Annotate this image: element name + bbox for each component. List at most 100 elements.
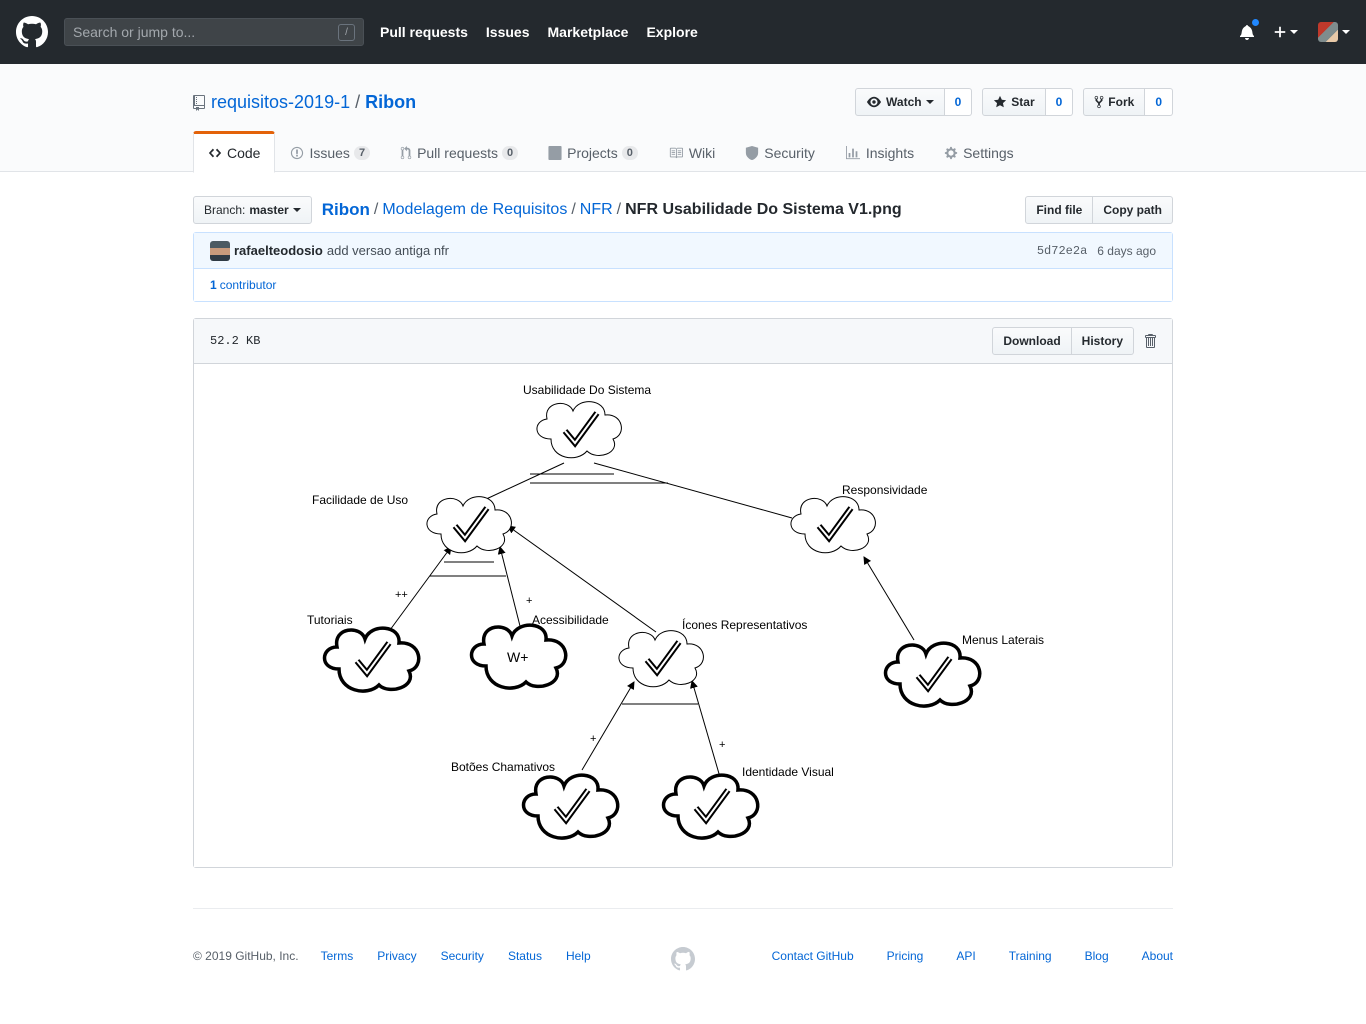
github-logo-icon[interactable] — [16, 16, 48, 48]
fork-label: Fork — [1108, 95, 1135, 109]
breadcrumb-folder[interactable]: NFR — [580, 201, 613, 219]
find-file-button[interactable]: Find file — [1025, 196, 1094, 224]
history-button[interactable]: History — [1071, 327, 1134, 355]
branch-selector[interactable]: Branch: master — [193, 196, 312, 224]
contributors-count: 1 — [210, 278, 217, 292]
tab-security[interactable]: Security — [730, 131, 830, 172]
star-count[interactable]: 0 — [1045, 88, 1074, 116]
footer-link-blog[interactable]: Blog — [1085, 949, 1109, 963]
delete-file-button[interactable] — [1144, 333, 1156, 349]
repo-owner-link[interactable]: requisitos-2019-1 — [211, 92, 350, 113]
footer-link-about[interactable]: About — [1142, 949, 1173, 963]
project-icon — [548, 145, 562, 160]
pull-request-icon — [400, 145, 412, 159]
path-separator: / — [373, 201, 379, 218]
site-footer: © 2019 GitHub, Inc. Terms Privacy Securi… — [193, 908, 1173, 971]
notifications-button[interactable] — [1240, 18, 1260, 40]
commit-tease: rafaelteodosio add versao antiga nfr 5d7… — [193, 232, 1173, 302]
user-menu-dropdown[interactable] — [1318, 22, 1350, 42]
gear-icon — [944, 146, 958, 159]
contributors-link[interactable]: 1 contributor — [210, 278, 276, 292]
tab-settings[interactable]: Settings — [929, 131, 1029, 172]
chevron-down-icon — [292, 208, 301, 212]
tab-projects[interactable]: Projects 0 — [533, 131, 653, 172]
softgoal-facilidade — [426, 496, 512, 554]
footer-link-pricing[interactable]: Pricing — [887, 949, 924, 963]
tab-label: Issues — [309, 144, 350, 161]
label-botoes: Botões Chamativos — [451, 760, 555, 774]
download-button[interactable]: Download — [992, 327, 1072, 355]
tab-code[interactable]: Code — [193, 131, 276, 173]
breadcrumb-folder[interactable]: Modelagem de Requisitos — [382, 201, 567, 219]
softgoal-menus — [883, 641, 982, 708]
watch-button[interactable]: Watch — [855, 88, 945, 116]
footer-link-privacy[interactable]: Privacy — [377, 949, 416, 963]
count-badge: 0 — [621, 145, 638, 160]
breadcrumb-root[interactable]: Ribon — [322, 200, 370, 220]
tab-insights[interactable]: Insights — [830, 131, 929, 172]
tab-label: Projects — [567, 144, 618, 161]
tab-issues[interactable]: Issues 7 — [275, 131, 385, 172]
unread-indicator — [1251, 18, 1260, 27]
footer-link-security[interactable]: Security — [441, 949, 484, 963]
footer-link-terms[interactable]: Terms — [321, 949, 354, 963]
github-mark-icon[interactable] — [671, 947, 695, 971]
softgoal-icones — [618, 630, 704, 688]
decomposition-edge — [481, 462, 565, 502]
tab-label: Wiki — [688, 144, 716, 161]
footer-link-api[interactable]: API — [956, 949, 975, 963]
count-badge: 7 — [353, 145, 371, 160]
tab-wiki[interactable]: Wiki — [653, 131, 730, 172]
chevron-down-icon — [1290, 30, 1298, 34]
footer-link-training[interactable]: Training — [1009, 949, 1052, 963]
search-placeholder: Search or jump to... — [73, 24, 196, 40]
nav-pull-requests[interactable]: Pull requests — [380, 24, 468, 40]
tab-label: Security — [764, 144, 815, 161]
footer-link-status[interactable]: Status — [508, 949, 542, 963]
repo-actions: Watch 0 Star 0 Fork 0 — [845, 88, 1173, 116]
breadcrumb-file: NFR Usabilidade Do Sistema V1.png — [625, 201, 902, 218]
copyright: © 2019 GitHub, Inc. — [193, 949, 299, 963]
fork-icon — [1094, 95, 1104, 109]
file-navigation: Branch: master Ribon / Modelagem de Requ… — [193, 196, 1173, 224]
nav-issues[interactable]: Issues — [486, 24, 530, 40]
label-facilidade: Facilidade de Uso — [312, 493, 408, 507]
commit-message[interactable]: add versao antiga nfr — [327, 243, 449, 258]
commit-author[interactable]: rafaelteodosio — [234, 243, 323, 258]
footer-link-contact[interactable]: Contact GitHub — [772, 949, 854, 963]
nav-marketplace[interactable]: Marketplace — [548, 24, 629, 40]
footer-link-help[interactable]: Help — [566, 949, 591, 963]
repo-name-link[interactable]: Ribon — [365, 92, 416, 113]
trash-icon — [1145, 334, 1156, 348]
label-identidade: Identidade Visual — [742, 765, 834, 779]
code-icon — [208, 148, 222, 158]
contribution-edge — [863, 556, 915, 641]
commit-time: 6 days ago — [1097, 243, 1156, 258]
search-input[interactable]: Search or jump to... / — [64, 18, 364, 46]
repo-icon — [193, 94, 205, 111]
create-new-dropdown[interactable] — [1274, 25, 1298, 39]
tab-pull-requests[interactable]: Pull requests 0 — [385, 131, 533, 172]
bell-icon — [1240, 24, 1254, 40]
footer-right-links: Contact GitHub Pricing API Training Blog… — [739, 949, 1173, 963]
nav-explore[interactable]: Explore — [646, 24, 697, 40]
commit-sha[interactable]: 5d72e2a — [1037, 244, 1087, 258]
avatar[interactable] — [210, 240, 230, 261]
softgoal-tutoriais — [322, 626, 421, 693]
fork-button[interactable]: Fork — [1083, 88, 1146, 116]
header-nav: Pull requests Issues Marketplace Explore — [380, 24, 716, 40]
copy-path-button[interactable]: Copy path — [1093, 196, 1173, 224]
tab-label: Settings — [963, 144, 1014, 161]
star-button[interactable]: Star — [982, 88, 1046, 116]
fork-count[interactable]: 0 — [1145, 88, 1173, 116]
image-view: Usabilidade Do Sistema Facilidade de Uso… — [194, 364, 1172, 867]
breadcrumb: Ribon / Modelagem de Requisitos / NFR / … — [322, 200, 902, 220]
watch-count[interactable]: 0 — [944, 88, 973, 116]
book-icon — [669, 147, 683, 158]
file-viewer: 52.2 KB Download History Usabilidade Do … — [193, 318, 1173, 868]
plus-icon — [1274, 26, 1286, 38]
header-right — [1220, 18, 1350, 42]
search-shortcut-key: / — [338, 23, 355, 41]
avatar — [1318, 22, 1338, 42]
tab-label: Pull requests — [417, 144, 498, 161]
